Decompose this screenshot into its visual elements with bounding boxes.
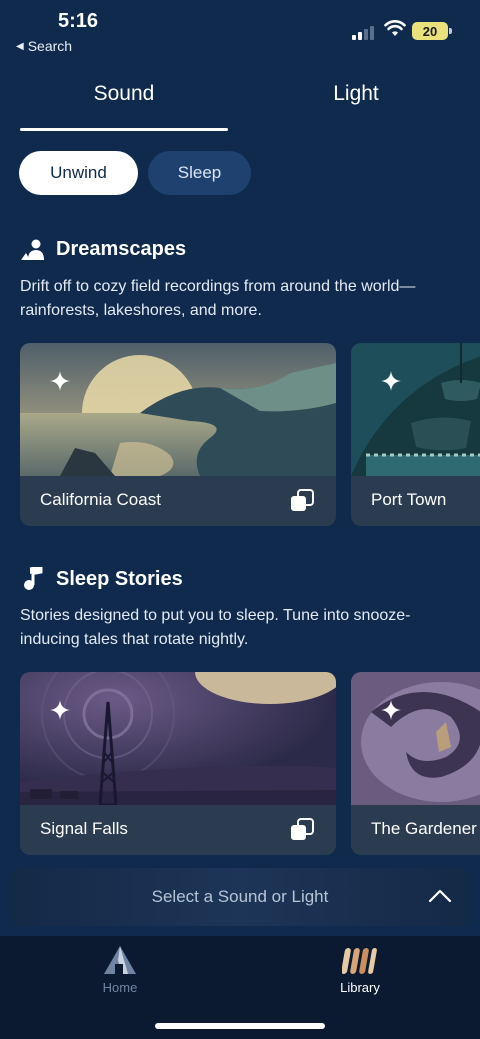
back-label: Search xyxy=(27,38,73,54)
player-placeholder: Select a Sound or Light xyxy=(151,887,329,906)
dreamscapes-title: Dreamscapes xyxy=(56,238,187,260)
stack-icon xyxy=(291,818,314,840)
dreamscapes-description: Drift off to cozy field recordings from … xyxy=(20,278,416,319)
sparkle-icon xyxy=(381,371,401,391)
card-caption: Port Town xyxy=(351,476,480,526)
segment-unwind[interactable]: Unwind xyxy=(19,151,138,195)
nav-label-home: Home xyxy=(102,980,138,995)
card-label: California Coast xyxy=(40,490,161,509)
california-coast-artwork xyxy=(20,343,336,476)
segment-sleep[interactable]: Sleep xyxy=(148,151,251,195)
card-the-gardener[interactable]: The Gardener xyxy=(351,672,480,855)
library-icon xyxy=(342,948,377,974)
cellular-signal-icon xyxy=(352,24,374,40)
status-time: 5:16 xyxy=(58,10,99,32)
sleep-stories-heading: Sleep Stories xyxy=(20,567,183,591)
now-playing-bar[interactable]: Select a Sound or Light xyxy=(10,868,470,926)
sleep-stories-description: Stories designed to put you to sleep. Tu… xyxy=(20,607,411,648)
dreamscapes-heading: Dreamscapes xyxy=(20,238,186,261)
sleep-stories-title: Sleep Stories xyxy=(56,567,183,590)
sparkle-icon xyxy=(381,700,401,720)
card-caption: The Gardener xyxy=(351,805,480,855)
card-label: Port Town xyxy=(371,490,447,509)
card-caption: California Coast xyxy=(20,476,336,526)
back-to-search-link[interactable]: ◀ Search xyxy=(16,38,72,54)
status-bar: 5:16 ◀ Search 20 xyxy=(0,0,480,60)
port-town-artwork xyxy=(351,343,480,476)
wifi-icon xyxy=(384,20,406,36)
person-landscape-icon xyxy=(21,239,44,260)
card-signal-falls[interactable]: Signal Falls xyxy=(20,672,336,855)
sound-light-tabs: Sound Light xyxy=(0,70,480,132)
nav-item-library[interactable]: Library xyxy=(310,944,410,995)
home-icon xyxy=(104,946,136,974)
home-indicator xyxy=(155,1023,325,1029)
sparkle-icon xyxy=(50,371,70,391)
chevron-up-icon[interactable] xyxy=(428,886,452,906)
card-label: The Gardener xyxy=(371,819,477,838)
signal-falls-artwork xyxy=(20,672,336,805)
bottom-nav: Home Library xyxy=(0,936,480,1039)
tab-selected-indicator xyxy=(20,128,228,131)
card-port-town[interactable]: Port Town xyxy=(351,343,480,526)
tab-sound[interactable]: Sound xyxy=(20,82,228,106)
card-california-coast[interactable]: California Coast xyxy=(20,343,336,526)
card-label: Signal Falls xyxy=(40,819,128,838)
tab-light[interactable]: Light xyxy=(250,82,462,106)
sparkle-icon xyxy=(50,700,70,720)
card-caption: Signal Falls xyxy=(20,805,336,855)
battery-indicator: 20 xyxy=(412,22,452,40)
music-note-icon xyxy=(24,567,43,590)
nav-item-home[interactable]: Home xyxy=(70,944,170,995)
the-gardener-artwork xyxy=(351,672,480,805)
stack-icon xyxy=(291,489,314,511)
nav-label-library: Library xyxy=(340,980,380,995)
back-triangle-icon: ◀ xyxy=(16,40,24,52)
